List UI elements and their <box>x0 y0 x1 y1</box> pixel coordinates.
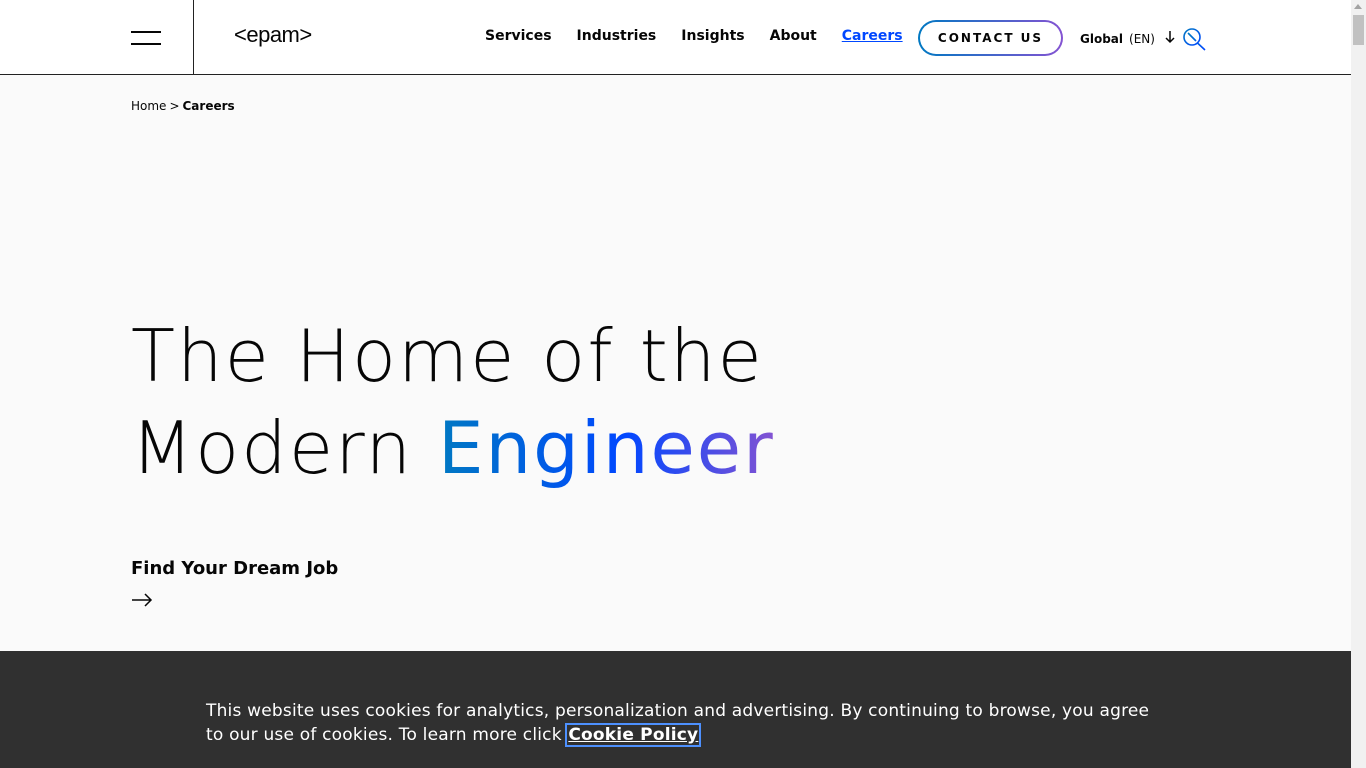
find-dream-job-link[interactable]: Find Your Dream Job <box>131 558 338 579</box>
scroll-up-icon[interactable] <box>1354 4 1362 9</box>
arrow-down-icon <box>1165 30 1175 47</box>
language-selector[interactable]: Global (EN) <box>1080 30 1175 47</box>
main-nav: Services Industries Insights About Caree… <box>485 28 928 44</box>
breadcrumb-home[interactable]: Home <box>131 99 166 113</box>
language-code: (EN) <box>1129 31 1155 46</box>
epam-logo[interactable]: <epam> <box>234 22 312 48</box>
contact-us-label: CONTACT US <box>920 22 1061 54</box>
cookie-message: This website uses cookies for analytics,… <box>206 699 1166 747</box>
site-header: <epam> Services Industries Insights Abou… <box>0 0 1351 75</box>
nav-about[interactable]: About <box>770 28 817 44</box>
hero-line-2-prefix: Modern <box>131 406 439 490</box>
contact-us-button[interactable]: CONTACT US <box>918 20 1063 56</box>
nav-careers[interactable]: Careers <box>842 28 903 44</box>
breadcrumb: Home > Careers <box>131 99 235 113</box>
header-divider <box>193 0 194 74</box>
page-scrollbar[interactable] <box>1351 0 1366 768</box>
nav-services[interactable]: Services <box>485 28 552 44</box>
hamburger-menu-icon[interactable] <box>131 29 163 49</box>
page-title: The Home of the Modern Engineer <box>131 310 775 494</box>
breadcrumb-current: Careers <box>182 99 235 113</box>
arrow-right-icon[interactable] <box>131 592 153 612</box>
breadcrumb-separator: > <box>169 99 180 113</box>
search-icon[interactable] <box>1181 27 1207 51</box>
scrollbar-thumb[interactable] <box>1353 15 1364 45</box>
language-region: Global <box>1080 31 1124 46</box>
nav-insights[interactable]: Insights <box>681 28 744 44</box>
cookie-policy-link[interactable]: Cookie Policy <box>565 723 702 747</box>
hero-line-2: Modern Engineer <box>131 402 775 494</box>
hero-accent-word: Engineer <box>438 406 775 490</box>
nav-industries[interactable]: Industries <box>577 28 657 44</box>
cookie-banner: This website uses cookies for analytics,… <box>0 651 1351 768</box>
hero-line-1: The Home of the <box>131 314 764 398</box>
